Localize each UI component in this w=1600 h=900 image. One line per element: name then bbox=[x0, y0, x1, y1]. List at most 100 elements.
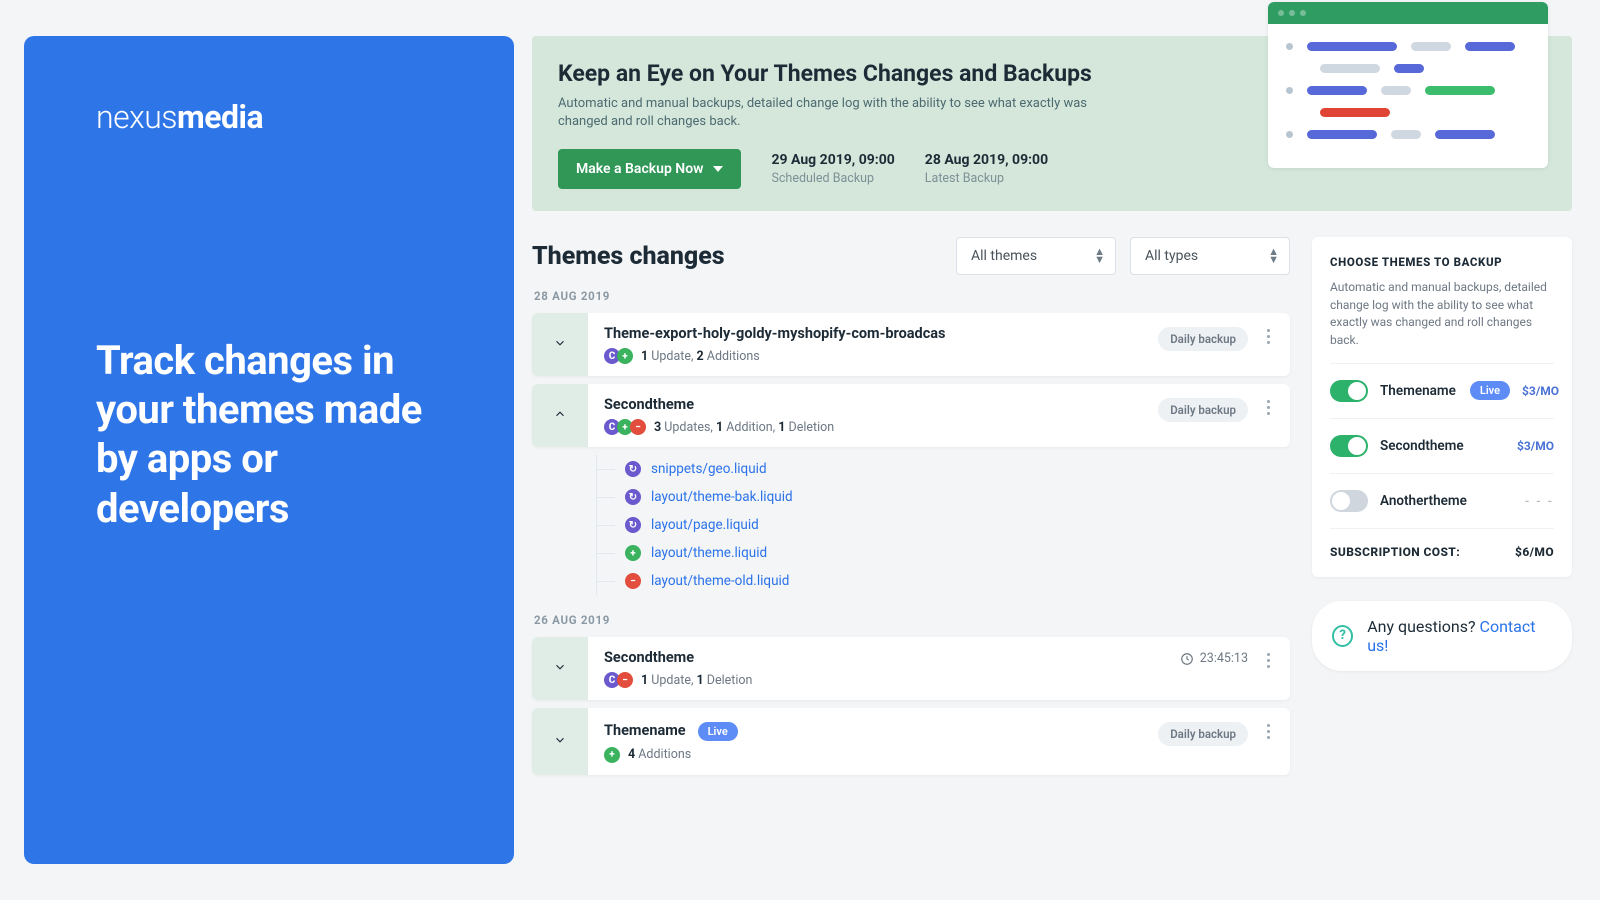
theme-name: Theme-export-holy-goldy-myshopify-com-br… bbox=[604, 325, 1148, 342]
sidebar-text: Automatic and manual backups, detailed c… bbox=[1330, 279, 1554, 349]
change-card: Theme-export-holy-goldy-myshopify-com-br… bbox=[532, 313, 1290, 376]
change-icons: C + − bbox=[604, 419, 646, 435]
change-file-list: ↻ snippets/geo.liquid ↻ layout/theme-bak.l… bbox=[596, 455, 1290, 595]
filter-types-select[interactable]: All types ▲▼ bbox=[1130, 237, 1290, 275]
chevron-down-icon bbox=[553, 335, 567, 354]
sidebar-heading: CHOOSE THEMES TO BACKUP bbox=[1330, 255, 1554, 269]
filter-themes-select[interactable]: All themes ▲▼ bbox=[956, 237, 1116, 275]
add-icon: + bbox=[617, 348, 633, 364]
brand-light: nexus bbox=[96, 98, 177, 136]
subscription-cost: SUBSCRIPTION COST: $6/MO bbox=[1330, 528, 1554, 577]
change-stats: 3 Updates, 1 Addition, 1 Deletion bbox=[654, 420, 834, 435]
delete-icon: − bbox=[625, 573, 641, 589]
change-card: Secondtheme C − 1 Update, 1 Deletion bbox=[532, 637, 1290, 700]
add-icon: + bbox=[604, 747, 620, 763]
change-time: 23:45:13 bbox=[1180, 651, 1248, 666]
kebab-menu[interactable] bbox=[1258, 396, 1278, 419]
help-text: Any questions? Contact us! bbox=[1367, 617, 1552, 655]
kebab-menu[interactable] bbox=[1258, 649, 1278, 672]
theme-name: Secondtheme bbox=[604, 649, 1170, 666]
change-icons: C + bbox=[604, 348, 633, 364]
change-icons: C − bbox=[604, 672, 633, 688]
promo-copy: Track changes in your themes made by app… bbox=[96, 336, 442, 533]
update-icon: ↻ bbox=[625, 517, 641, 533]
filter-themes-value: All themes bbox=[971, 248, 1037, 264]
app-panel: Keep an Eye on Your Themes Changes and B… bbox=[532, 36, 1572, 864]
illustration-window bbox=[1268, 2, 1548, 168]
changes-main: Themes changes All themes ▲▼ All types ▲… bbox=[532, 237, 1290, 782]
change-stats: 1 Update, 1 Deletion bbox=[641, 673, 752, 688]
change-card: Secondtheme C + − 3 Updates, 1 Addition,… bbox=[532, 384, 1290, 447]
file-link[interactable]: snippets/geo.liquid bbox=[651, 461, 767, 477]
expand-toggle[interactable] bbox=[532, 637, 588, 700]
banner: Keep an Eye on Your Themes Changes and B… bbox=[532, 36, 1572, 211]
option-price: - - - bbox=[1525, 494, 1554, 508]
backup-option: Anothertheme - - - bbox=[1330, 473, 1554, 528]
option-price: $3/MO bbox=[1522, 384, 1559, 398]
chevron-down-icon bbox=[553, 732, 567, 751]
change-stats: 1 Update, 2 Additions bbox=[641, 349, 760, 364]
delete-icon: − bbox=[630, 419, 646, 435]
option-name: Anothertheme bbox=[1380, 493, 1467, 509]
scheduled-label: Scheduled Backup bbox=[771, 171, 894, 186]
toggle[interactable] bbox=[1330, 435, 1368, 457]
scheduled-backup: 29 Aug 2019, 09:00 Scheduled Backup bbox=[771, 152, 894, 186]
kebab-menu[interactable] bbox=[1258, 325, 1278, 348]
live-badge: Live bbox=[1470, 381, 1510, 400]
scheduled-datetime: 29 Aug 2019, 09:00 bbox=[771, 152, 894, 168]
help-card: ? Any questions? Contact us! bbox=[1312, 601, 1572, 671]
kebab-menu[interactable] bbox=[1258, 720, 1278, 743]
file-link[interactable]: layout/page.liquid bbox=[651, 517, 759, 533]
theme-name: Themename bbox=[604, 722, 686, 739]
live-badge: Live bbox=[698, 722, 738, 741]
file-link[interactable]: layout/theme-old.liquid bbox=[651, 573, 789, 589]
change-icons: + bbox=[604, 747, 620, 763]
option-price: $3/MO bbox=[1517, 439, 1554, 453]
theme-name: Secondtheme bbox=[604, 396, 1148, 413]
latest-label: Latest Backup bbox=[925, 171, 1048, 186]
change-stats: 4 Additions bbox=[628, 747, 691, 762]
banner-subtitle: Automatic and manual backups, detailed c… bbox=[558, 95, 1088, 131]
option-name: Secondtheme bbox=[1380, 438, 1464, 454]
latest-backup: 28 Aug 2019, 09:00 Latest Backup bbox=[925, 152, 1048, 186]
expand-toggle[interactable] bbox=[532, 313, 588, 376]
make-backup-label: Make a Backup Now bbox=[576, 161, 703, 177]
change-card: Themename Live + 4 Additions bbox=[532, 708, 1290, 774]
clock-icon bbox=[1180, 652, 1194, 666]
sidebar-card: CHOOSE THEMES TO BACKUP Automatic and ma… bbox=[1312, 237, 1572, 577]
sort-icon: ▲▼ bbox=[1268, 248, 1279, 264]
sort-icon: ▲▼ bbox=[1094, 248, 1105, 264]
backup-option: Secondtheme $3/MO bbox=[1330, 418, 1554, 473]
toggle[interactable] bbox=[1330, 380, 1368, 402]
date-heading: 28 AUG 2019 bbox=[534, 289, 1290, 303]
update-icon: ↻ bbox=[625, 489, 641, 505]
daily-backup-badge: Daily backup bbox=[1158, 398, 1248, 422]
add-icon: + bbox=[625, 545, 641, 561]
option-name: Themename bbox=[1380, 383, 1456, 399]
date-heading: 26 AUG 2019 bbox=[534, 613, 1290, 627]
chevron-down-icon bbox=[553, 659, 567, 678]
file-link[interactable]: layout/theme-bak.liquid bbox=[651, 489, 793, 505]
latest-datetime: 28 Aug 2019, 09:00 bbox=[925, 152, 1048, 168]
banner-title: Keep an Eye on Your Themes Changes and B… bbox=[558, 60, 1250, 87]
cost-value: $6/MO bbox=[1515, 545, 1554, 559]
toggle[interactable] bbox=[1330, 490, 1368, 512]
backup-option: Themename Live $3/MO bbox=[1330, 363, 1554, 418]
cost-label: SUBSCRIPTION COST: bbox=[1330, 545, 1460, 559]
update-icon: ↻ bbox=[625, 461, 641, 477]
chevron-up-icon bbox=[553, 406, 567, 425]
expand-toggle[interactable] bbox=[532, 708, 588, 774]
promo-panel: nexusmedia Track changes in your themes … bbox=[24, 36, 514, 864]
daily-backup-badge: Daily backup bbox=[1158, 327, 1248, 351]
file-link[interactable]: layout/theme.liquid bbox=[651, 545, 767, 561]
caret-down-icon bbox=[713, 166, 723, 172]
expand-toggle[interactable] bbox=[532, 384, 588, 447]
question-icon: ? bbox=[1332, 625, 1353, 647]
brand-bold: media bbox=[177, 98, 263, 136]
brand-logo: nexusmedia bbox=[96, 98, 442, 136]
daily-backup-badge: Daily backup bbox=[1158, 722, 1248, 746]
section-title: Themes changes bbox=[532, 242, 942, 271]
make-backup-button[interactable]: Make a Backup Now bbox=[558, 149, 741, 189]
filter-types-value: All types bbox=[1145, 248, 1198, 264]
sidebar: CHOOSE THEMES TO BACKUP Automatic and ma… bbox=[1312, 237, 1572, 782]
